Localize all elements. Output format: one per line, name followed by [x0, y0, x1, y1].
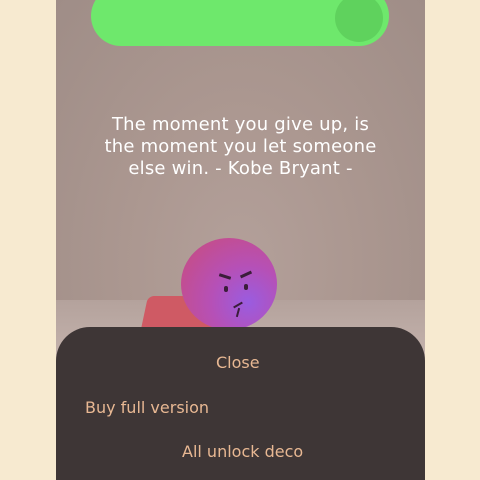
quote-line-2: the moment you let someone	[104, 136, 377, 157]
left-eyebrow	[218, 273, 232, 280]
close-button[interactable]: Close	[216, 353, 260, 373]
unlock-deco-button[interactable]: All unlock deco	[182, 442, 303, 462]
quote-line-3: else win. - Kobe Bryant -	[128, 158, 353, 179]
quote-line-1: The moment you give up, is	[111, 114, 370, 135]
right-eye	[244, 284, 248, 290]
buy-full-version-button[interactable]: Buy full version	[85, 398, 209, 418]
motivational-quote: The moment you give up, is the moment yo…	[76, 114, 405, 180]
purple-ball-character	[181, 238, 277, 330]
left-eye	[224, 286, 228, 292]
mouth-tail	[235, 307, 241, 318]
bottom-menu-sheet: Close Buy full version All unlock deco	[56, 327, 425, 480]
toggle-knob	[335, 0, 383, 42]
right-eyebrow	[239, 270, 253, 279]
top-toggle[interactable]	[91, 0, 389, 46]
